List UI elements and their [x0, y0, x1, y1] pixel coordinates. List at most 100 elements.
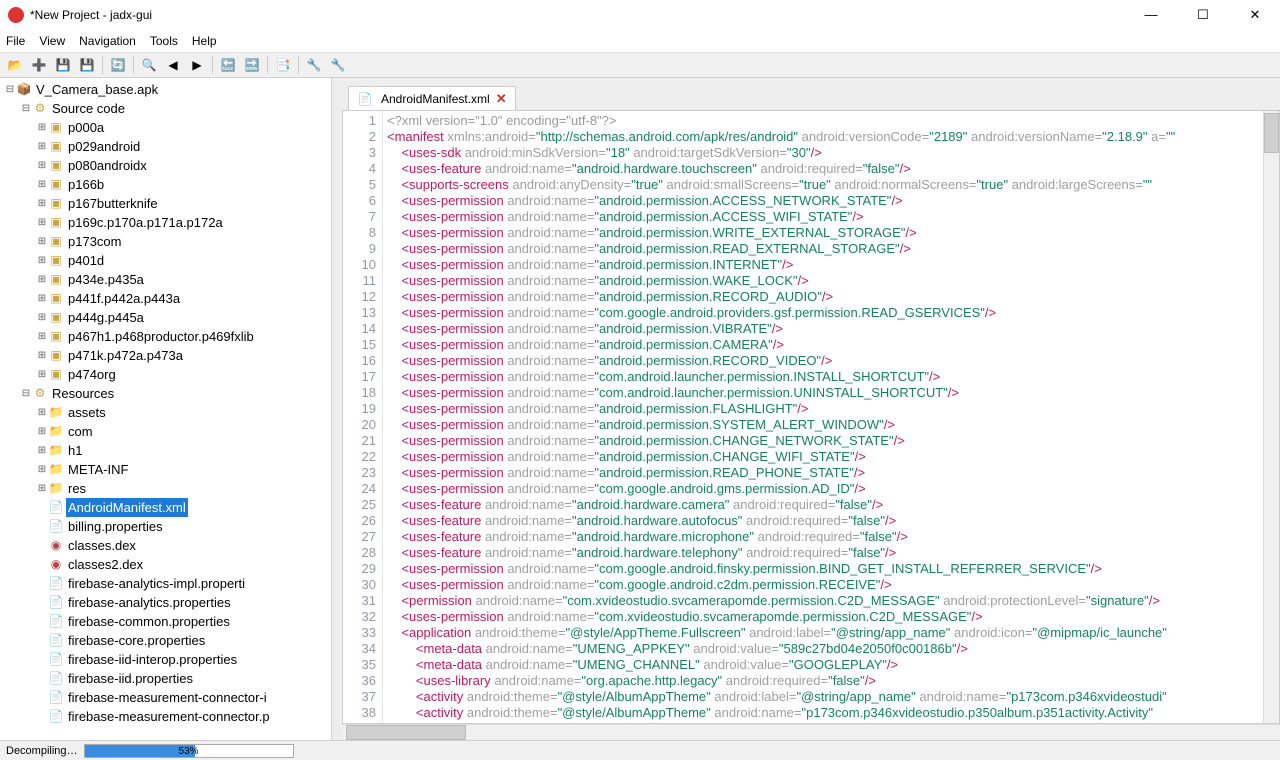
tree-node-label: p441f.p442a.p443a: [66, 289, 182, 308]
tree-file-firebase-analytics.properties[interactable]: 📄firebase-analytics.properties: [0, 593, 331, 612]
tree-twisty-icon[interactable]: ⊞: [36, 346, 48, 365]
toolbar-button-17[interactable]: 🔧: [327, 54, 349, 76]
tree-file-firebase-measurement-connector.p[interactable]: 📄firebase-measurement-connector.p: [0, 707, 331, 726]
toolbar-button-8[interactable]: ◀: [162, 54, 184, 76]
code-editor[interactable]: 1234567891011121314151617181920212223242…: [342, 110, 1280, 724]
tree-twisty-icon[interactable]: ⊞: [36, 156, 48, 175]
toolbar-button-12[interactable]: 🔜: [241, 54, 263, 76]
tree-twisty-icon[interactable]: ⊞: [36, 422, 48, 441]
tree-file-firebase-measurement-connector-i[interactable]: 📄firebase-measurement-connector-i: [0, 688, 331, 707]
tree-pkg-p444g.p445a[interactable]: ⊞▣p444g.p445a: [0, 308, 331, 327]
tree-file-firebase-analytics-impl.properti[interactable]: 📄firebase-analytics-impl.properti: [0, 574, 331, 593]
toolbar-button-2[interactable]: 💾: [52, 54, 74, 76]
project-tree-panel: ⊟📦V_Camera_base.apk⊟⚙Source code⊞▣p000a⊞…: [0, 78, 332, 740]
tree-source-code[interactable]: ⊟⚙Source code: [0, 99, 331, 118]
tree-twisty-icon[interactable]: ⊟: [20, 384, 32, 403]
tree-root[interactable]: ⊟📦V_Camera_base.apk: [0, 80, 331, 99]
tree-twisty-icon[interactable]: ⊞: [36, 137, 48, 156]
tree-twisty-icon[interactable]: ⊞: [36, 232, 48, 251]
tree-twisty-icon[interactable]: ⊞: [36, 213, 48, 232]
tree-node-label: Source code: [50, 99, 127, 118]
tree-pkg-p434e.p435a[interactable]: ⊞▣p434e.p435a: [0, 270, 331, 289]
tree-pkg-p401d[interactable]: ⊞▣p401d: [0, 251, 331, 270]
tab-close-icon[interactable]: ✕: [496, 91, 507, 107]
tree-twisty-icon[interactable]: ⊞: [36, 194, 48, 213]
toolbar-button-7[interactable]: 🔍: [138, 54, 160, 76]
tree-twisty-icon[interactable]: ⊞: [36, 327, 48, 346]
tree-node-label: AndroidManifest.xml: [66, 498, 188, 517]
tree-pkg-p166b[interactable]: ⊞▣p166b: [0, 175, 331, 194]
tree-node-icon: 📄: [48, 576, 64, 592]
tree-node-label: p401d: [66, 251, 106, 270]
tree-node-icon: ▣: [48, 234, 64, 250]
maximize-button[interactable]: ☐: [1186, 7, 1220, 23]
toolbar-button-0[interactable]: 📂: [4, 54, 26, 76]
tab-androidmanifest[interactable]: 📄 AndroidManifest.xml ✕: [348, 86, 516, 110]
tree-twisty-icon[interactable]: ⊞: [36, 479, 48, 498]
tree-pkg-p167butterknife[interactable]: ⊞▣p167butterknife: [0, 194, 331, 213]
toolbar-button-11[interactable]: 🔙: [217, 54, 239, 76]
tree-file-firebase-iid.properties[interactable]: 📄firebase-iid.properties: [0, 669, 331, 688]
tree-pkg-p471k.p472a.p473a[interactable]: ⊞▣p471k.p472a.p473a: [0, 346, 331, 365]
tree-node-icon: 📄: [48, 633, 64, 649]
tree-twisty-icon[interactable]: ⊞: [36, 403, 48, 422]
tree-pkg-p173com[interactable]: ⊞▣p173com: [0, 232, 331, 251]
tree-twisty-icon[interactable]: ⊞: [36, 365, 48, 384]
toolbar-separator: [298, 56, 299, 74]
vertical-scrollbar[interactable]: [1263, 111, 1279, 723]
toolbar-button-1[interactable]: ➕: [28, 54, 50, 76]
toolbar-button-9[interactable]: ▶: [186, 54, 208, 76]
tree-twisty-icon[interactable]: ⊟: [20, 99, 32, 118]
tree-folder-com[interactable]: ⊞📁com: [0, 422, 331, 441]
tree-file-classes2.dex[interactable]: ◉classes2.dex: [0, 555, 331, 574]
tree-twisty-icon[interactable]: ⊞: [36, 441, 48, 460]
tree-twisty-icon[interactable]: ⊞: [36, 251, 48, 270]
tree-file-firebase-iid-interop.properties[interactable]: 📄firebase-iid-interop.properties: [0, 650, 331, 669]
tree-file-firebase-common.properties[interactable]: 📄firebase-common.properties: [0, 612, 331, 631]
tree-folder-META-INF[interactable]: ⊞📁META-INF: [0, 460, 331, 479]
tree-node-label: p029android: [66, 137, 142, 156]
menu-help[interactable]: Help: [192, 34, 217, 48]
tree-twisty-icon[interactable]: ⊞: [36, 308, 48, 327]
code-content[interactable]: <?xml version="1.0" encoding="utf-8"?><m…: [383, 111, 1263, 723]
tree-file-firebase-core.properties[interactable]: 📄firebase-core.properties: [0, 631, 331, 650]
tree-twisty-icon[interactable]: ⊞: [36, 118, 48, 137]
tree-twisty-icon[interactable]: ⊟: [4, 80, 16, 99]
toolbar-button-5[interactable]: 🔄: [107, 54, 129, 76]
tree-pkg-p441f.p442a.p443a[interactable]: ⊞▣p441f.p442a.p443a: [0, 289, 331, 308]
tree-pkg-p474org[interactable]: ⊞▣p474org: [0, 365, 331, 384]
tree-twisty-icon[interactable]: ⊞: [36, 460, 48, 479]
close-window-button[interactable]: ✕: [1238, 7, 1272, 23]
tree-pkg-p467h1.p468productor.p469fxlib[interactable]: ⊞▣p467h1.p468productor.p469fxlib: [0, 327, 331, 346]
tree-twisty-icon[interactable]: ⊞: [36, 289, 48, 308]
menu-view[interactable]: View: [39, 34, 65, 48]
tree-folder-assets[interactable]: ⊞📁assets: [0, 403, 331, 422]
toolbar-separator: [102, 56, 103, 74]
tree-pkg-p029android[interactable]: ⊞▣p029android: [0, 137, 331, 156]
horizontal-scrollbar[interactable]: [342, 724, 1280, 740]
tree-pkg-p169c.p170a.p171a.p172a[interactable]: ⊞▣p169c.p170a.p171a.p172a: [0, 213, 331, 232]
menu-tools[interactable]: Tools: [150, 34, 178, 48]
minimize-button[interactable]: —: [1134, 7, 1168, 23]
toolbar-button-16[interactable]: 🔧: [303, 54, 325, 76]
tree-folder-res[interactable]: ⊞📁res: [0, 479, 331, 498]
tree-pkg-p000a[interactable]: ⊞▣p000a: [0, 118, 331, 137]
tree-file-classes.dex[interactable]: ◉classes.dex: [0, 536, 331, 555]
toolbar-button-14[interactable]: 📑: [272, 54, 294, 76]
tree-twisty-icon[interactable]: ⊞: [36, 175, 48, 194]
tree-node-icon: ⚙: [32, 386, 48, 402]
tree-node-label: p474org: [66, 365, 118, 384]
tree-node-icon: ▣: [48, 272, 64, 288]
tree-pkg-p080androidx[interactable]: ⊞▣p080androidx: [0, 156, 331, 175]
toolbar-button-3[interactable]: 💾: [76, 54, 98, 76]
tree-twisty-icon[interactable]: ⊞: [36, 270, 48, 289]
tree-file-billing.properties[interactable]: 📄billing.properties: [0, 517, 331, 536]
tree-file-AndroidManifest.xml[interactable]: 📄AndroidManifest.xml: [0, 498, 331, 517]
tree-node-icon: ⚙: [32, 101, 48, 117]
tree-resources[interactable]: ⊟⚙Resources: [0, 384, 331, 403]
tree-folder-h1[interactable]: ⊞📁h1: [0, 441, 331, 460]
progress-percent: 53%: [85, 745, 293, 759]
menu-navigation[interactable]: Navigation: [79, 34, 136, 48]
project-tree[interactable]: ⊟📦V_Camera_base.apk⊟⚙Source code⊞▣p000a⊞…: [0, 78, 331, 740]
menu-file[interactable]: File: [6, 34, 25, 48]
